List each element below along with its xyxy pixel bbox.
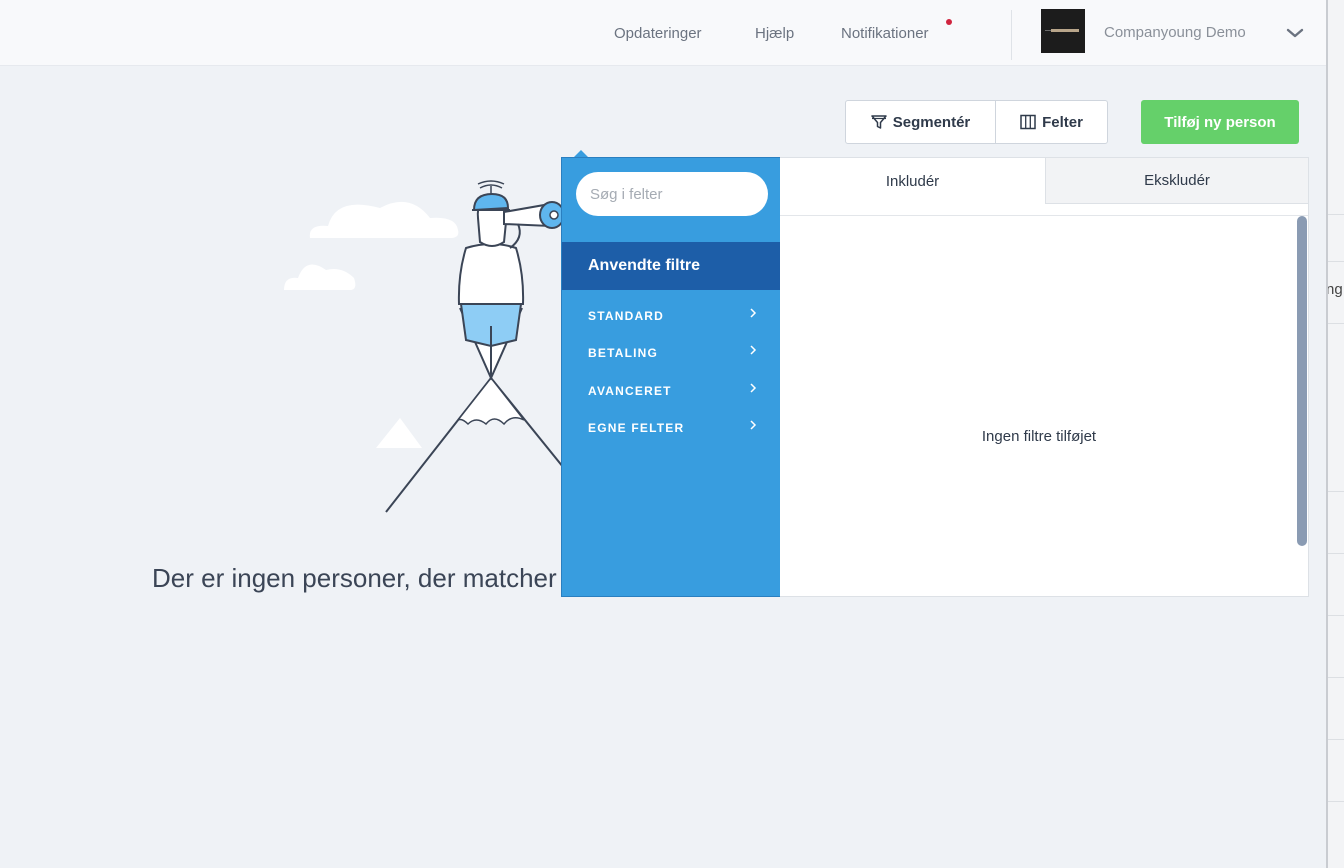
category-standard[interactable]: STANDARD xyxy=(562,301,780,331)
chevron-down-icon[interactable] xyxy=(1286,24,1304,42)
applied-filters-item[interactable]: Anvendte filtre xyxy=(562,242,780,290)
columns-icon xyxy=(1020,114,1036,130)
filter-category-panel: Anvendte filtre STANDARD BETALING AVANCE… xyxy=(561,157,781,597)
category-betaling[interactable]: BETALING xyxy=(562,338,780,368)
notification-dot xyxy=(946,19,952,25)
background-text: ng xyxy=(1326,281,1343,298)
panel-scrollbar[interactable] xyxy=(1297,216,1307,546)
category-avanceret[interactable]: AVANCERET xyxy=(562,376,780,406)
company-name[interactable]: Companyoung Demo xyxy=(1104,24,1246,41)
chevron-right-icon xyxy=(750,420,757,430)
tab-include[interactable]: Inkludér xyxy=(780,158,1045,204)
top-bar: Opdateringer Hjælp Notifikationer Compan… xyxy=(0,0,1326,66)
category-label: STANDARD xyxy=(588,309,665,323)
chevron-right-icon xyxy=(750,345,757,355)
tab-exclude[interactable]: Ekskludér xyxy=(1045,158,1308,204)
help-link[interactable]: Hjælp xyxy=(755,25,794,42)
company-avatar[interactable] xyxy=(1041,9,1085,53)
tab-divider xyxy=(780,215,1308,216)
fields-button[interactable]: Felter xyxy=(995,100,1108,144)
category-label: BETALING xyxy=(588,346,659,360)
no-filters-message: Ingen filtre tilføjet xyxy=(981,428,1097,445)
updates-link[interactable]: Opdateringer xyxy=(614,25,702,42)
add-person-button[interactable]: Tilføj ny person xyxy=(1141,100,1299,144)
category-label: EGNE FELTER xyxy=(588,421,685,435)
topbar-divider xyxy=(1011,10,1012,60)
field-search-input[interactable] xyxy=(576,172,768,216)
segment-button[interactable]: Segmentér xyxy=(845,100,996,144)
category-label: AVANCERET xyxy=(588,384,672,398)
fields-button-label: Felter xyxy=(1042,113,1083,131)
background-page-edge: ng xyxy=(1326,0,1344,868)
category-egne-felter[interactable]: EGNE FELTER xyxy=(562,413,780,443)
explorer-illustration xyxy=(284,180,580,513)
filter-icon xyxy=(870,115,887,129)
chevron-right-icon xyxy=(750,308,757,318)
segment-button-label: Segmentér xyxy=(892,113,971,131)
chevron-right-icon xyxy=(750,383,757,393)
empty-state-message: Der er ingen personer, der matcher xyxy=(152,563,557,593)
notifications-link[interactable]: Notifikationer xyxy=(841,25,929,42)
filter-content-panel: Inkludér Ekskludér Ingen filtre tilføjet xyxy=(780,157,1309,597)
